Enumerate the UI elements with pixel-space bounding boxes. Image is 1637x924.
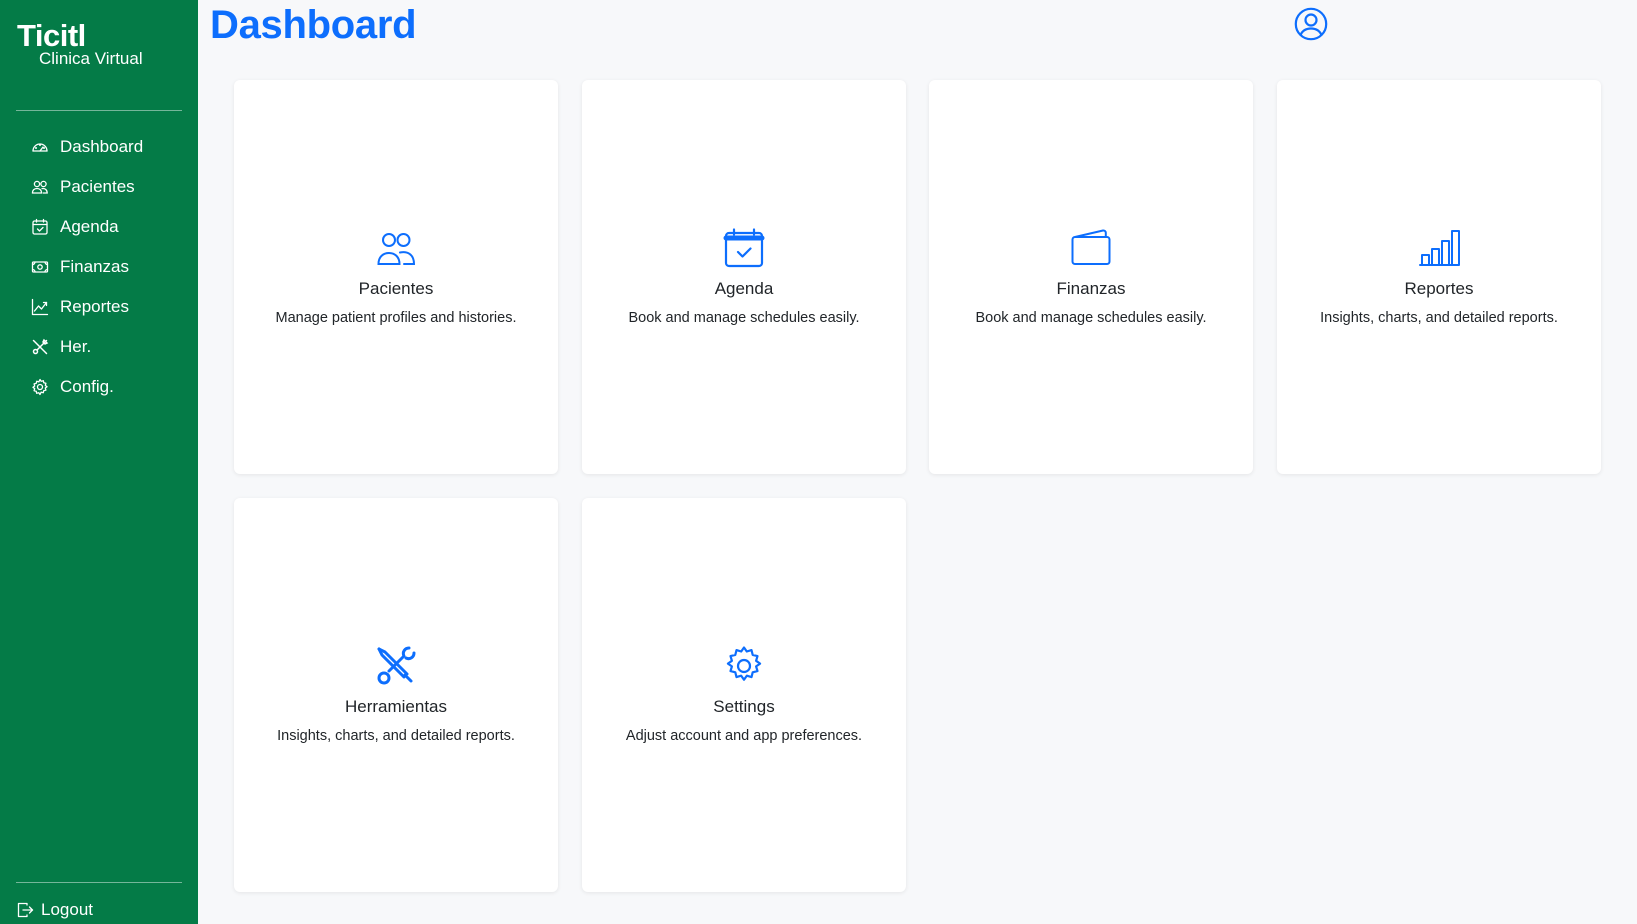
card-title: Herramientas — [344, 696, 448, 716]
card-reportes[interactable]: Reportes Insights, charts, and detailed … — [1277, 80, 1601, 474]
wallet-icon — [1070, 227, 1112, 269]
tools-icon — [31, 338, 49, 356]
card-herramientas[interactable]: Herramientas Insights, charts, and detai… — [234, 498, 558, 892]
sidebar-item-label: Finanzas — [60, 257, 129, 276]
sidebar-nav: Dashboard Pacientes Agenda Finanzas Repo… — [0, 127, 198, 407]
people-icon — [31, 178, 49, 196]
sidebar-item-label: Her. — [60, 337, 92, 356]
card-description: Insights, charts, and detailed reports. — [277, 727, 515, 744]
card-title: Finanzas — [1056, 278, 1126, 298]
gear-icon — [723, 645, 765, 687]
sidebar-item-config[interactable]: Config. — [0, 367, 198, 407]
sidebar-item-pacientes[interactable]: Pacientes — [0, 167, 198, 207]
sidebar-divider — [16, 882, 182, 883]
sidebar-divider — [16, 110, 182, 111]
calendar-check-icon — [723, 227, 765, 269]
sidebar-item-label: Reportes — [60, 297, 129, 316]
sidebar-item-label: Agenda — [60, 217, 119, 236]
user-profile-button[interactable] — [1294, 7, 1328, 41]
people-icon — [375, 227, 417, 269]
sidebar-item-reportes[interactable]: Reportes — [0, 287, 198, 327]
cash-icon — [31, 258, 49, 276]
logout-button[interactable]: Logout — [16, 900, 93, 920]
tools-icon — [375, 645, 417, 687]
card-title: Reportes — [1404, 278, 1474, 298]
card-title: Settings — [713, 696, 775, 716]
brand-subtitle: Clinica Virtual — [39, 49, 143, 68]
bar-chart-icon — [1418, 227, 1460, 269]
card-settings[interactable]: Settings Adjust account and app preferen… — [582, 498, 906, 892]
card-agenda[interactable]: Agenda Book and manage schedules easily. — [582, 80, 906, 474]
person-circle-icon — [1294, 7, 1328, 41]
sidebar-item-label: Config. — [60, 377, 114, 396]
logout-label: Logout — [41, 900, 93, 919]
sidebar: Ticitl Clinica Virtual Dashboard Pacient… — [0, 0, 198, 924]
card-description: Manage patient profiles and histories. — [275, 309, 517, 326]
gear-icon — [31, 378, 49, 396]
calendar-check-icon — [31, 218, 49, 236]
speedometer-icon — [31, 138, 49, 156]
sidebar-item-dashboard[interactable]: Dashboard — [0, 127, 198, 167]
sidebar-item-herramientas[interactable]: Her. — [0, 327, 198, 367]
page-title: Dashboard — [210, 3, 417, 47]
sidebar-item-label: Pacientes — [60, 177, 135, 196]
card-description: Adjust account and app preferences. — [625, 727, 863, 744]
logout-icon — [16, 901, 34, 919]
card-title: Pacientes — [358, 278, 434, 298]
sidebar-item-agenda[interactable]: Agenda — [0, 207, 198, 247]
card-description: Book and manage schedules easily. — [975, 309, 1207, 326]
sidebar-item-label: Dashboard — [60, 137, 144, 156]
card-description: Insights, charts, and detailed reports. — [1320, 309, 1558, 326]
graph-up-icon — [31, 298, 49, 316]
card-pacientes[interactable]: Pacientes Manage patient profiles and hi… — [234, 80, 558, 474]
card-finanzas[interactable]: Finanzas Book and manage schedules easil… — [929, 80, 1253, 474]
sidebar-item-finanzas[interactable]: Finanzas — [0, 247, 198, 287]
card-description: Book and manage schedules easily. — [628, 309, 860, 326]
card-title: Agenda — [714, 278, 774, 298]
